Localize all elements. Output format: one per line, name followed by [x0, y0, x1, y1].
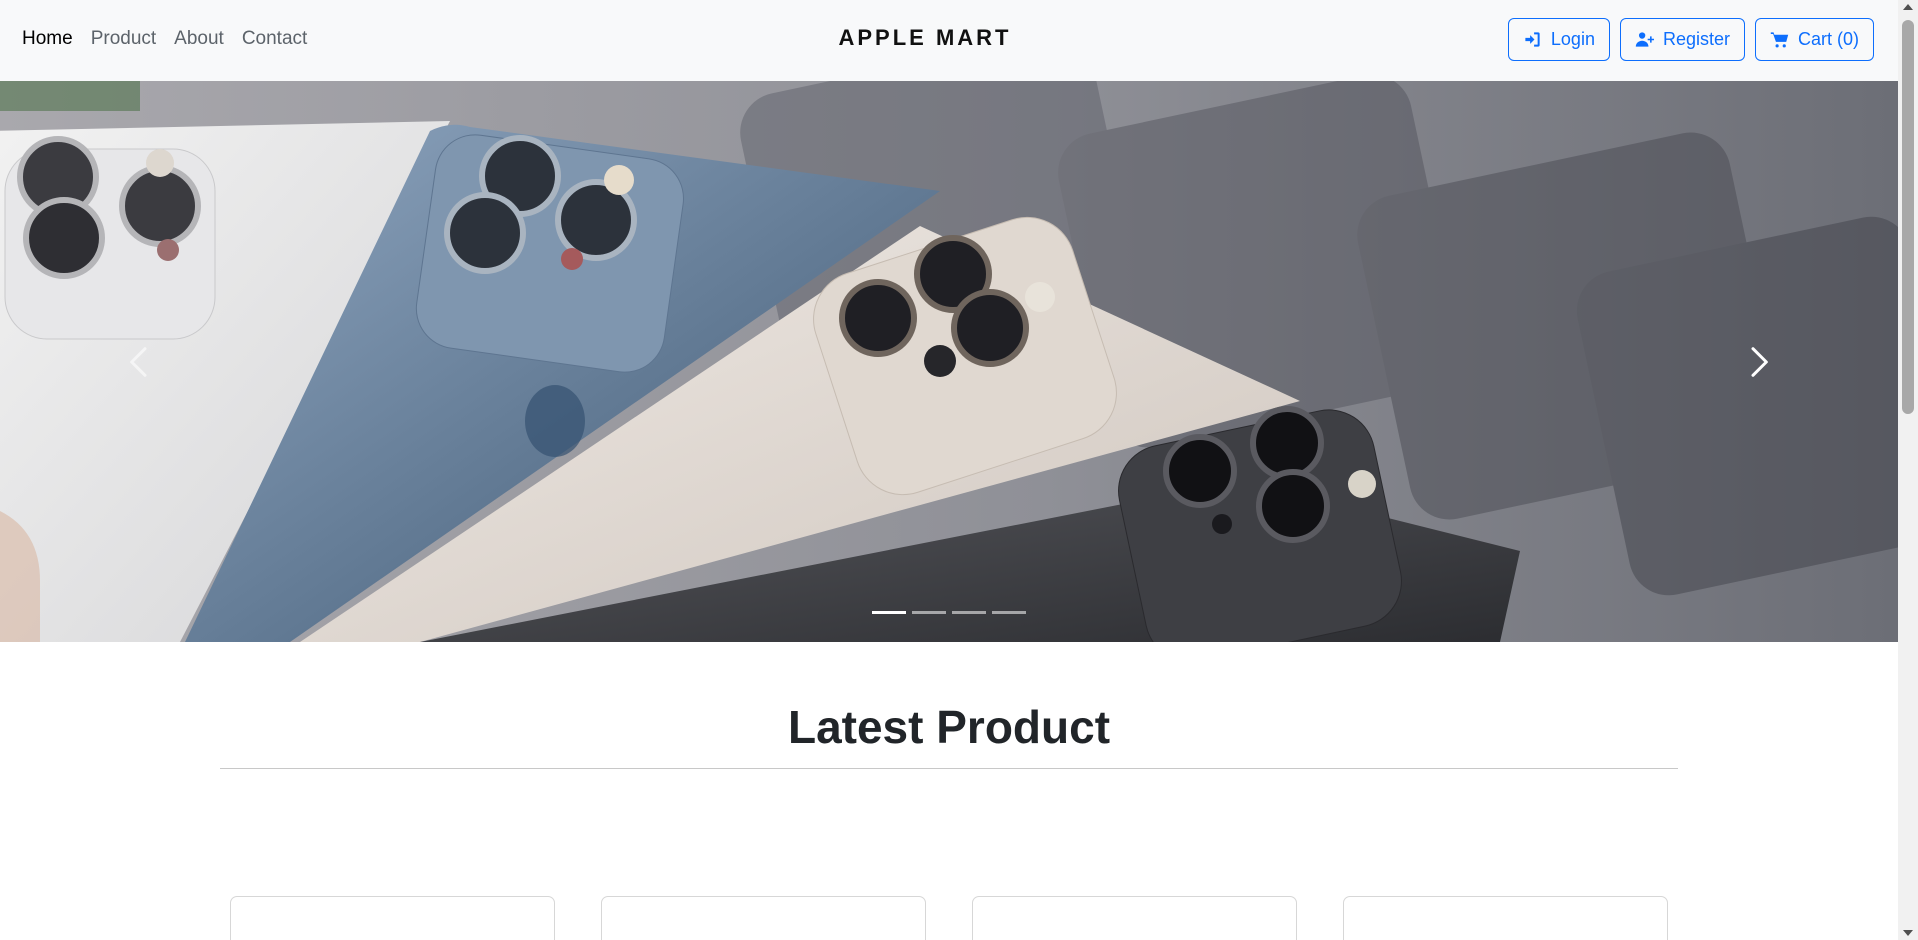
- hero-image: [0, 81, 1898, 642]
- product-card[interactable]: [601, 896, 926, 940]
- shopping-cart-icon: [1770, 32, 1789, 48]
- product-card[interactable]: [230, 896, 555, 940]
- scroll-down-arrow-icon[interactable]: [1903, 930, 1913, 936]
- carousel-prev-button[interactable]: [0, 81, 280, 642]
- page-scrollbar[interactable]: [1898, 0, 1918, 940]
- product-grid: [230, 896, 1668, 940]
- product-card[interactable]: [1343, 896, 1668, 940]
- section-title: Latest Product: [787, 701, 1111, 753]
- section-divider: [220, 768, 1678, 769]
- sign-in-icon: [1525, 32, 1540, 47]
- nav-actions: Login Register Cart (0): [1507, 18, 1874, 61]
- chevron-left-icon: [130, 346, 147, 377]
- carousel-indicator-4[interactable]: [992, 611, 1026, 614]
- cart-button[interactable]: Cart (0): [1754, 18, 1874, 61]
- login-button[interactable]: Login: [1507, 18, 1610, 61]
- cart-label: Cart (0): [1797, 29, 1859, 49]
- carousel-next-button[interactable]: [1618, 81, 1898, 642]
- navbar: Home Product About Contact APPLE MART Lo…: [0, 0, 1898, 81]
- scroll-up-arrow-icon[interactable]: [1903, 4, 1913, 10]
- user-plus-icon: [1635, 32, 1654, 47]
- hero-carousel[interactable]: [0, 81, 1898, 642]
- register-label: Register: [1662, 29, 1730, 49]
- product-card[interactable]: [972, 896, 1297, 940]
- chevron-right-icon: [1751, 346, 1768, 377]
- carousel-indicator-1[interactable]: [872, 611, 906, 614]
- register-button[interactable]: Register: [1619, 18, 1745, 61]
- carousel-indicators: [0, 611, 1898, 614]
- login-label: Login: [1550, 29, 1595, 49]
- scroll-thumb[interactable]: [1902, 20, 1914, 414]
- carousel-indicator-3[interactable]: [952, 611, 986, 614]
- carousel-indicator-2[interactable]: [912, 611, 946, 614]
